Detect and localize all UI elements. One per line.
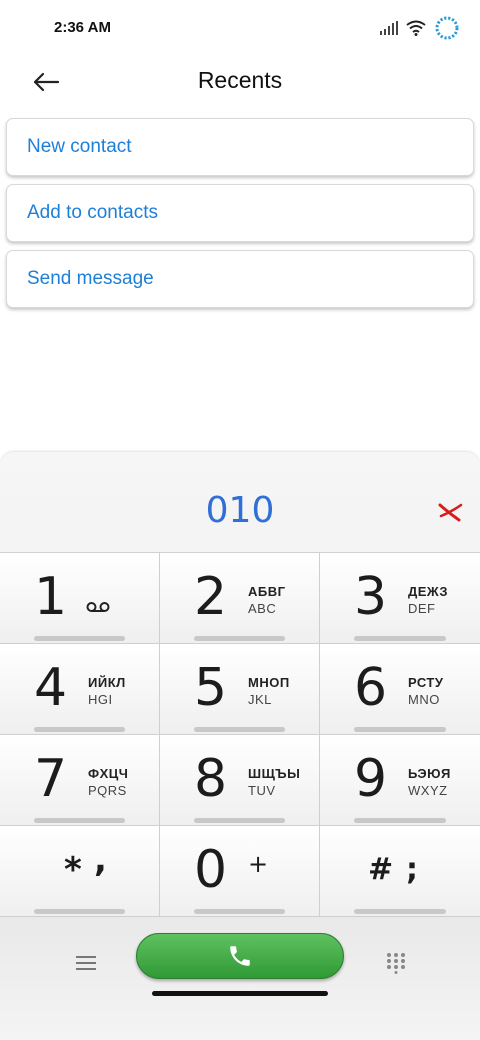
key-letters: ДЕЖЗ DEF	[408, 583, 448, 617]
dialpad-grid-icon	[387, 953, 405, 974]
backspace-x-icon	[438, 503, 463, 522]
key-latin: PQRS	[88, 783, 127, 798]
keypad: 1 2 АБВГ ABC 3 ДЕЖЗ DEF 4 ИЙКЛ HGI 5 МНО…	[0, 552, 480, 916]
key-digit: 8	[194, 749, 228, 809]
key-letters: ИЙКЛ HGI	[88, 674, 126, 708]
key-cyrillic: АБВГ	[248, 584, 286, 599]
key-cyrillic: РСТУ	[408, 675, 444, 690]
key-latin: ABC	[248, 601, 277, 616]
key-6[interactable]: 6 РСТУ MNO	[320, 643, 480, 734]
add-to-contacts-button[interactable]: Add to contacts	[6, 184, 474, 242]
new-contact-button[interactable]: New contact	[6, 118, 474, 176]
key-latin: WXYZ	[408, 783, 448, 798]
key-latin: JKL	[248, 692, 272, 707]
key-cyrillic: ИЙКЛ	[88, 675, 126, 690]
dialer-panel: 010 1 2 АБВГ ABC 3 ДЕЖЗ DEF 4 ИЙКЛ HGI 5…	[0, 452, 480, 1040]
key-cyrillic: ЬЭЮЯ	[408, 766, 451, 781]
key-8[interactable]: 8 ШЩЪЫ TUV	[160, 734, 320, 825]
wifi-icon	[406, 20, 426, 36]
key-digit: 4	[34, 658, 68, 718]
key-letters: МНОП JKL	[248, 674, 290, 708]
key-letters: ФХЦЧ PQRS	[88, 765, 128, 799]
key-star[interactable]: * ,	[0, 825, 160, 916]
key-digit: 3	[354, 567, 388, 627]
loading-spinner-icon	[435, 16, 459, 40]
status-time: 2:36 AM	[54, 19, 111, 36]
key-5[interactable]: 5 МНОП JKL	[160, 643, 320, 734]
key-3[interactable]: 3 ДЕЖЗ DEF	[320, 552, 480, 643]
status-icons	[380, 14, 460, 42]
key-letters: ЬЭЮЯ WXYZ	[408, 765, 451, 799]
key-2[interactable]: 2 АБВГ ABC	[160, 552, 320, 643]
page-title: Recents	[197, 67, 283, 93]
key-digit: 9	[354, 749, 388, 809]
key-extra: ,	[94, 840, 107, 880]
key-cyrillic: МНОП	[248, 675, 290, 690]
key-digit: 0	[194, 840, 228, 900]
call-button[interactable]	[136, 933, 344, 979]
dialpad-button[interactable]	[376, 943, 416, 983]
key-digit: 7	[34, 749, 68, 809]
key-extra: +	[248, 850, 269, 878]
key-digit: 5	[194, 658, 228, 718]
key-digit: *	[64, 850, 82, 890]
key-cyrillic: ШЩЪЫ	[248, 766, 301, 781]
signal-icon	[380, 21, 398, 35]
phone-icon	[230, 946, 250, 966]
key-latin: TUV	[248, 783, 276, 798]
key-hash[interactable]: # ;	[320, 825, 480, 916]
key-0[interactable]: 0 +	[160, 825, 320, 916]
key-digit: 6	[354, 658, 388, 718]
action-label: New contact	[27, 136, 132, 157]
menu-button[interactable]	[66, 945, 106, 981]
home-indicator[interactable]	[152, 991, 328, 996]
clear-button[interactable]	[434, 496, 466, 528]
key-letters: ШЩЪЫ TUV	[248, 765, 300, 799]
key-latin: DEF	[408, 601, 436, 616]
key-digit: #	[368, 852, 394, 887]
action-label: Send message	[27, 268, 154, 289]
voicemail-icon	[86, 602, 110, 612]
key-4[interactable]: 4 ИЙКЛ HGI	[0, 643, 160, 734]
action-label: Add to contacts	[27, 202, 158, 223]
key-letters: АБВГ ABC	[248, 583, 286, 617]
status-bar: 2:36 AM	[0, 0, 480, 56]
number-bar: 010	[0, 452, 480, 552]
key-cyrillic: ФХЦЧ	[88, 766, 129, 781]
key-extra: ;	[406, 852, 418, 887]
key-1[interactable]: 1	[0, 552, 160, 643]
key-cyrillic: ДЕЖЗ	[408, 584, 448, 599]
key-latin: MNO	[408, 692, 440, 707]
header: Recents	[0, 56, 480, 108]
send-message-button[interactable]: Send message	[6, 250, 474, 308]
bottom-bar	[0, 916, 480, 1040]
key-digit: 2	[194, 567, 228, 627]
key-letters: РСТУ MNO	[408, 674, 443, 708]
key-9[interactable]: 9 ЬЭЮЯ WXYZ	[320, 734, 480, 825]
hamburger-menu-icon	[76, 956, 96, 970]
key-7[interactable]: 7 ФХЦЧ PQRS	[0, 734, 160, 825]
action-list: New contact Add to contacts Send message	[6, 118, 474, 316]
key-digit: 1	[34, 567, 68, 627]
key-latin: HGI	[88, 692, 113, 707]
dialed-number[interactable]: 010	[0, 490, 480, 531]
